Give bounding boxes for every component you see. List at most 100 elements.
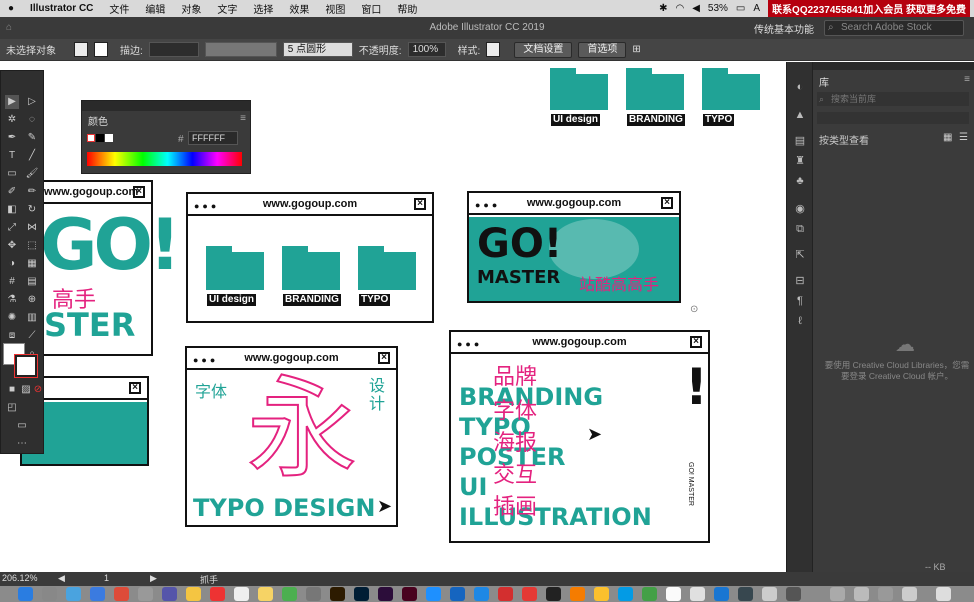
scale-tool-icon[interactable]: ⤢ bbox=[5, 221, 19, 235]
finder-icon[interactable] bbox=[18, 587, 33, 601]
stroke-color-swatch[interactable] bbox=[14, 354, 38, 378]
illustrator-icon[interactable] bbox=[330, 587, 345, 601]
magic-wand-icon[interactable]: ✲ bbox=[5, 113, 19, 127]
appearance-icon[interactable]: ▤ bbox=[793, 134, 807, 148]
more-tools-icon[interactable]: ⋯ bbox=[15, 437, 29, 451]
gradient-panel-icon[interactable]: ⧉ bbox=[793, 222, 807, 236]
bluetooth-icon[interactable]: ✱ bbox=[659, 3, 667, 14]
page-next-icon[interactable]: ▶ bbox=[150, 573, 157, 584]
symbol-sprayer-icon[interactable]: ✺ bbox=[5, 311, 19, 325]
list-view-icon[interactable]: ☰ bbox=[959, 132, 968, 143]
screen-mode-icon[interactable]: ▭ bbox=[15, 419, 29, 433]
battery-icon[interactable]: ▭ bbox=[736, 3, 745, 14]
menu-effect[interactable]: 效果 bbox=[281, 1, 317, 16]
shape-builder-icon[interactable]: ◑ bbox=[5, 257, 19, 271]
grid-view-icon[interactable]: ▦ bbox=[943, 132, 952, 143]
battery-percent[interactable]: 53% bbox=[708, 3, 728, 14]
app-icon[interactable] bbox=[594, 587, 609, 601]
app-icon[interactable] bbox=[570, 587, 585, 601]
blend-tool-icon[interactable]: ⊕ bbox=[25, 293, 39, 307]
lasso-tool-icon[interactable]: ◌ bbox=[25, 113, 39, 127]
menu-view[interactable]: 视图 bbox=[317, 1, 353, 16]
maps-icon[interactable] bbox=[282, 587, 297, 601]
glyphs-icon[interactable]: ℓ bbox=[793, 314, 807, 328]
rotate-tool-icon[interactable]: ↻ bbox=[25, 203, 39, 217]
paintbrush-tool-icon[interactable]: 🖌 bbox=[25, 167, 39, 181]
stickies-icon[interactable] bbox=[258, 587, 273, 601]
terminal-icon[interactable] bbox=[738, 587, 753, 601]
eyedropper-icon[interactable]: ⚗ bbox=[5, 293, 19, 307]
opacity-field[interactable]: 100% bbox=[407, 42, 446, 57]
draw-mode-icon[interactable]: ◰ bbox=[5, 401, 19, 415]
pdf-icon[interactable] bbox=[498, 587, 513, 601]
safari-icon[interactable] bbox=[66, 587, 81, 601]
fill-swatch[interactable] bbox=[74, 42, 88, 57]
menu-app-name[interactable]: Illustrator CC bbox=[22, 3, 101, 14]
photoshop-icon[interactable] bbox=[354, 587, 369, 601]
app-icon[interactable] bbox=[786, 587, 801, 601]
launchpad-icon[interactable] bbox=[42, 587, 57, 601]
menu-object[interactable]: 对象 bbox=[173, 1, 209, 16]
apple-icon[interactable]: ● bbox=[0, 3, 22, 14]
page-number[interactable]: 1 bbox=[104, 573, 109, 583]
music-icon[interactable] bbox=[666, 587, 681, 601]
menu-help[interactable]: 帮助 bbox=[389, 1, 425, 16]
eraser-tool-icon[interactable]: ◧ bbox=[5, 203, 19, 217]
weibo-icon[interactable] bbox=[522, 587, 537, 601]
input-icon[interactable]: A bbox=[753, 3, 760, 14]
preview-icon[interactable] bbox=[306, 587, 321, 601]
pencil-tool-icon[interactable]: ✏ bbox=[25, 185, 39, 199]
app-icon[interactable] bbox=[618, 587, 633, 601]
hex-input[interactable]: FFFFFF bbox=[188, 131, 238, 145]
panel-drag-bar[interactable] bbox=[82, 101, 250, 111]
qq-icon[interactable] bbox=[546, 587, 561, 601]
column-graph-icon[interactable]: ▥ bbox=[25, 311, 39, 325]
arrange-icon[interactable]: ⊞ bbox=[632, 44, 640, 55]
system-prefs-icon[interactable] bbox=[138, 587, 153, 601]
curvature-tool-icon[interactable]: ✎ bbox=[25, 131, 39, 145]
document-setup-button[interactable]: 文档设置 bbox=[514, 41, 573, 58]
color-spectrum[interactable] bbox=[87, 152, 242, 166]
chrome-icon[interactable] bbox=[114, 587, 129, 601]
app-icon[interactable] bbox=[642, 587, 657, 601]
wifi-icon[interactable]: ◠ bbox=[675, 3, 684, 14]
layers-icon[interactable]: ⊟ bbox=[793, 274, 807, 288]
selection-tool-icon[interactable]: ▶ bbox=[5, 95, 19, 109]
volume-icon[interactable]: ◀ bbox=[692, 3, 700, 14]
direct-selection-tool-icon[interactable]: ▷ bbox=[25, 95, 39, 109]
notes-icon[interactable] bbox=[186, 587, 201, 601]
menu-edit[interactable]: 编辑 bbox=[137, 1, 173, 16]
shaper-tool-icon[interactable]: ✐ bbox=[5, 185, 19, 199]
photos-icon[interactable] bbox=[210, 587, 225, 601]
trash-icon[interactable] bbox=[936, 587, 951, 601]
perspective-grid-icon[interactable]: ▦ bbox=[25, 257, 39, 271]
panel-drag-bar[interactable] bbox=[813, 62, 974, 70]
none-mode-icon[interactable]: ⊘ bbox=[31, 383, 45, 397]
menu-type[interactable]: 文字 bbox=[209, 1, 245, 16]
type-tool-icon[interactable]: T bbox=[5, 149, 19, 163]
after-effects-icon[interactable] bbox=[378, 587, 393, 601]
graphic-styles-icon[interactable]: ♜ bbox=[793, 154, 807, 168]
gradient-tool-icon[interactable]: ▤ bbox=[25, 275, 39, 289]
color-mode-icon[interactable]: ■ bbox=[5, 383, 19, 397]
rectangle-tool-icon[interactable]: ▭ bbox=[5, 167, 19, 181]
app-icon[interactable] bbox=[878, 587, 893, 601]
stock-search-input[interactable]: ⌕ Search Adobe Stock bbox=[824, 20, 964, 36]
paragraph-icon[interactable]: ¶ bbox=[793, 294, 807, 308]
width-tool-icon[interactable]: ⋈ bbox=[25, 221, 39, 235]
stroke-weight-field[interactable] bbox=[148, 42, 199, 57]
app-icon[interactable] bbox=[830, 587, 845, 601]
slice-tool-icon[interactable]: ⟋ bbox=[25, 329, 39, 343]
indesign-icon[interactable] bbox=[402, 587, 417, 601]
transparency-icon[interactable]: ◉ bbox=[793, 202, 807, 216]
black-swatch[interactable] bbox=[96, 134, 104, 142]
style-swatch[interactable] bbox=[486, 42, 501, 57]
puppet-warp-icon[interactable]: ✥ bbox=[5, 239, 19, 253]
panel-menu-icon[interactable]: ≡ bbox=[240, 113, 246, 124]
library-search-input[interactable]: ⌕ 搜索当前库 bbox=[817, 92, 969, 106]
zoom-level[interactable]: 206.12% bbox=[2, 573, 38, 583]
calendar-icon[interactable] bbox=[234, 587, 249, 601]
app-icon[interactable] bbox=[902, 587, 917, 601]
app-icon[interactable] bbox=[762, 587, 777, 601]
app-icon[interactable] bbox=[426, 587, 441, 601]
